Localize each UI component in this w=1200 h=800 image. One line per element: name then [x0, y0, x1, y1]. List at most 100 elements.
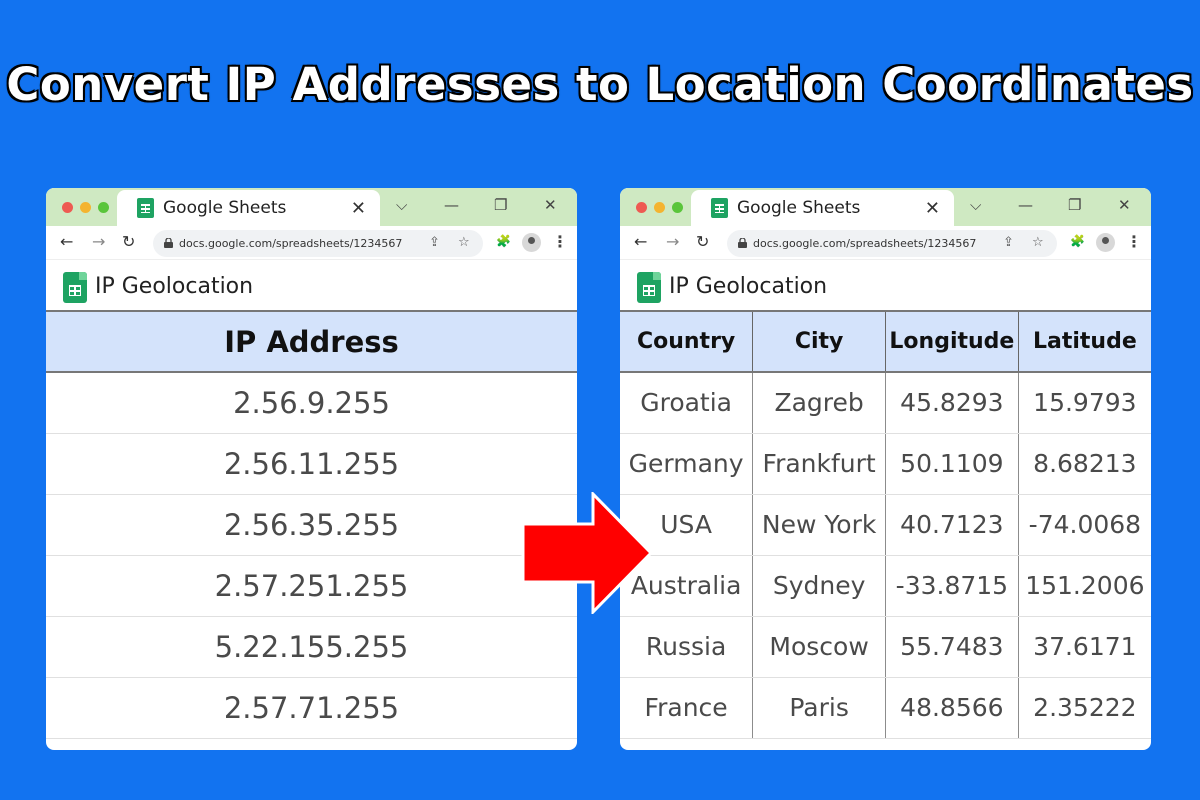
profile-icon[interactable] [1096, 233, 1115, 252]
table-cell[interactable]: 2.57.71.255 [46, 677, 577, 739]
minimize-icon[interactable]: — [444, 196, 459, 214]
table-cell[interactable]: 2.56.11.255 [46, 433, 577, 495]
url-bar[interactable]: docs.google.com/spreadsheets/1234567 ⇪ ☆ [727, 230, 1057, 257]
traffic-lights [636, 202, 683, 213]
ip-address-table: IP Address 2.56.9.255 2.56.11.255 2.56.3… [46, 310, 577, 739]
table-row: Germany Frankfurt 50.1109 8.68213 [620, 433, 1151, 495]
table-row: 2.57.251.255 [46, 555, 577, 617]
table-cell[interactable]: Zagreb [752, 372, 886, 434]
minimize-icon[interactable]: — [1018, 196, 1033, 214]
table-cell[interactable]: -33.8715 [885, 555, 1019, 617]
lock-icon [738, 238, 747, 248]
column-header-latitude[interactable]: Latitude [1017, 310, 1151, 373]
extensions-icon[interactable]: 🧩 [1070, 234, 1085, 248]
google-sheets-icon [137, 198, 154, 218]
table-cell[interactable]: 151.2006 [1017, 555, 1151, 617]
table-row: Australia Sydney -33.8715 151.2006 [620, 555, 1151, 617]
table-cell[interactable]: New York [752, 494, 886, 556]
star-icon[interactable]: ☆ [1032, 235, 1044, 250]
table-cell[interactable]: 40.7123 [885, 494, 1019, 556]
table-row: Russia Moscow 55.7483 37.6171 [620, 616, 1151, 678]
reload-icon[interactable]: ↻ [696, 232, 709, 251]
maximize-window-dot[interactable] [672, 202, 683, 213]
close-icon[interactable]: ✕ [351, 198, 366, 219]
column-header-longitude[interactable]: Longitude [885, 310, 1019, 373]
table-row: 2.57.71.255 [46, 677, 577, 739]
browser-tab[interactable]: Google Sheets ✕ [117, 190, 380, 226]
table-cell[interactable]: Russia [620, 616, 753, 678]
reload-icon[interactable]: ↻ [122, 232, 135, 251]
share-icon[interactable]: ⇪ [1003, 235, 1014, 250]
forward-arrow-icon[interactable]: → [666, 232, 679, 251]
url-bar[interactable]: docs.google.com/spreadsheets/1234567 ⇪ ☆ [153, 230, 483, 257]
table-cell[interactable]: Paris [752, 677, 886, 739]
table-cell[interactable]: France [620, 677, 753, 739]
doc-title[interactable]: IP Geolocation [95, 274, 253, 299]
table-cell[interactable]: 5.22.155.255 [46, 616, 577, 678]
extensions-icon[interactable]: 🧩 [496, 234, 511, 248]
forward-arrow-icon[interactable]: → [92, 232, 105, 251]
table-cell[interactable]: 50.1109 [885, 433, 1019, 495]
table-row: 2.56.9.255 [46, 372, 577, 434]
table-cell[interactable]: 45.8293 [885, 372, 1019, 434]
column-header-country[interactable]: Country [620, 310, 753, 373]
restore-icon[interactable]: ❐ [1068, 196, 1081, 214]
table-row: USA New York 40.7123 -74.0068 [620, 494, 1151, 556]
table-cell[interactable]: Moscow [752, 616, 886, 678]
lock-icon [164, 238, 173, 248]
close-icon[interactable]: ✕ [1118, 196, 1131, 214]
tab-strip: Google Sheets ✕ ⌵ — ❐ ✕ [620, 188, 1151, 226]
table-row: 2.56.35.255 [46, 494, 577, 556]
table-cell[interactable]: 2.35222 [1017, 677, 1151, 739]
minimize-window-dot[interactable] [80, 202, 91, 213]
back-arrow-icon[interactable]: ← [60, 232, 73, 251]
table-cell[interactable]: Frankfurt [752, 433, 886, 495]
close-icon[interactable]: ✕ [925, 198, 940, 219]
maximize-window-dot[interactable] [98, 202, 109, 213]
geolocation-table: Country City Longitude Latitude Groatia … [620, 310, 1151, 739]
google-sheets-icon[interactable] [637, 272, 661, 303]
browser-tab[interactable]: Google Sheets ✕ [691, 190, 954, 226]
table-row: 2.56.11.255 [46, 433, 577, 495]
column-header[interactable]: IP Address [46, 310, 577, 373]
right-arrow-icon [521, 492, 653, 614]
table-cell[interactable]: 48.8566 [885, 677, 1019, 739]
star-icon[interactable]: ☆ [458, 235, 470, 250]
table-cell[interactable]: 2.56.35.255 [46, 494, 577, 556]
more-vert-icon[interactable]: ⋮ [1126, 232, 1142, 251]
more-vert-icon[interactable]: ⋮ [552, 232, 568, 251]
url-text: docs.google.com/spreadsheets/1234567 [179, 237, 403, 250]
traffic-lights [62, 202, 109, 213]
close-window-dot[interactable] [636, 202, 647, 213]
share-icon[interactable]: ⇪ [429, 235, 440, 250]
table-cell[interactable]: 2.56.9.255 [46, 372, 577, 434]
restore-icon[interactable]: ❐ [494, 196, 507, 214]
column-header-city[interactable]: City [752, 310, 886, 373]
address-bar-row: ← → ↻ docs.google.com/spreadsheets/12345… [620, 226, 1151, 260]
table-cell[interactable]: 15.9793 [1017, 372, 1151, 434]
google-sheets-icon[interactable] [63, 272, 87, 303]
table-cell[interactable]: 37.6171 [1017, 616, 1151, 678]
table-cell[interactable]: Groatia [620, 372, 753, 434]
table-cell[interactable]: Germany [620, 433, 753, 495]
table-cell[interactable]: 8.68213 [1017, 433, 1151, 495]
back-arrow-icon[interactable]: ← [634, 232, 647, 251]
table-cell[interactable]: 2.57.251.255 [46, 555, 577, 617]
chevron-down-icon[interactable]: ⌵ [396, 196, 407, 214]
doc-header: IP Geolocation [620, 260, 1151, 310]
minimize-window-dot[interactable] [654, 202, 665, 213]
table-row: Groatia Zagreb 45.8293 15.9793 [620, 372, 1151, 434]
tab-title: Google Sheets [737, 198, 861, 218]
google-sheets-icon [711, 198, 728, 218]
table-cell[interactable]: 55.7483 [885, 616, 1019, 678]
chevron-down-icon[interactable]: ⌵ [970, 196, 981, 214]
close-icon[interactable]: ✕ [544, 196, 557, 214]
close-window-dot[interactable] [62, 202, 73, 213]
table-cell[interactable]: Sydney [752, 555, 886, 617]
profile-icon[interactable] [522, 233, 541, 252]
browser-window-ip: Google Sheets ✕ ⌵ — ❐ ✕ ← → ↻ docs.googl… [46, 188, 577, 750]
url-text: docs.google.com/spreadsheets/1234567 [753, 237, 977, 250]
table-cell[interactable]: -74.0068 [1017, 494, 1151, 556]
page-headline: Convert IP Addresses to Location Coordin… [5, 57, 1194, 112]
doc-title[interactable]: IP Geolocation [669, 274, 827, 299]
